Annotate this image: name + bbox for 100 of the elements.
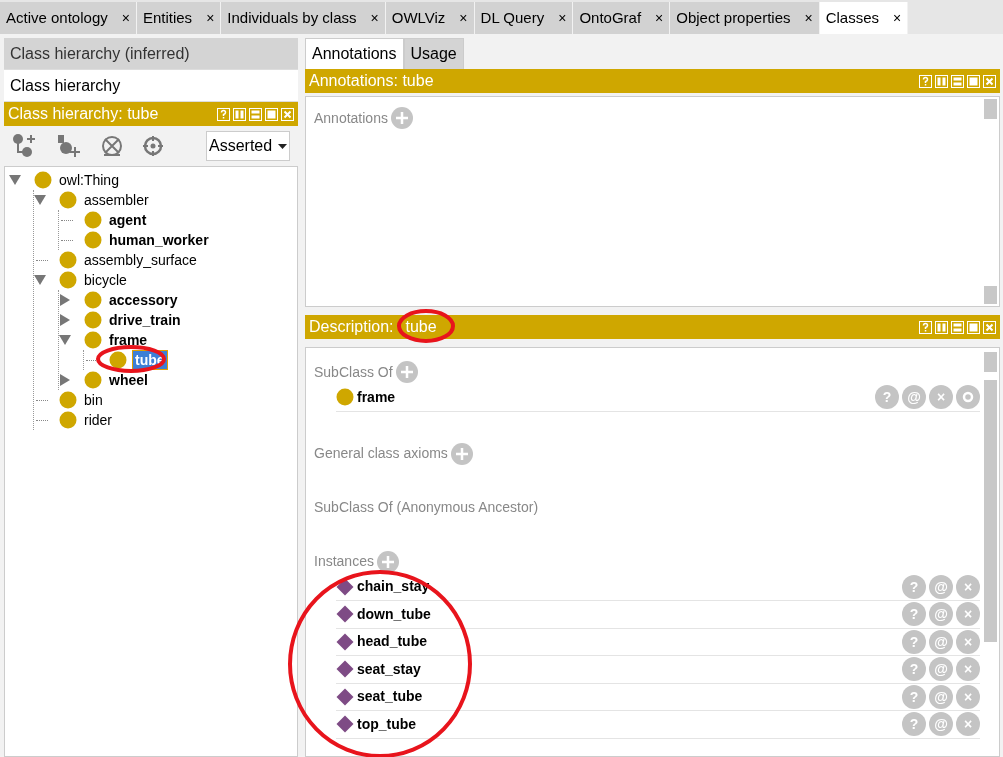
entity-label[interactable]: seat_stay [357,658,421,680]
class-icon [84,371,102,389]
close-icon[interactable] [281,107,294,121]
view-tab[interactable]: Class hierarchy (inferred) [4,38,298,70]
scrollbar-thumb[interactable] [984,99,997,119]
scrollbar-thumb[interactable] [984,286,997,304]
tree-item[interactable]: frame [107,331,150,349]
tab[interactable]: Entities × [136,2,222,34]
tab-label[interactable]: Active ontology [6,6,108,30]
split-horizontal-icon[interactable] [249,107,262,121]
split-vertical-icon[interactable] [233,107,246,121]
add-sibling-icon[interactable] [56,133,82,159]
collapsed-icon[interactable] [59,374,71,386]
split-vertical-icon[interactable] [935,74,948,88]
expanded-icon[interactable] [59,334,71,346]
maximize-icon[interactable] [265,107,278,121]
tab[interactable]: DL Query × [474,2,574,34]
help-icon[interactable] [217,107,230,121]
tab-label[interactable]: Individuals by class [227,6,357,30]
edit-icon[interactable] [956,385,980,410]
tree-item[interactable]: agent [107,211,149,229]
class-icon [84,231,102,249]
maximize-icon[interactable] [967,74,980,88]
tree-item[interactable]: owl:Thing [57,171,121,189]
tab-close-button[interactable]: × [121,7,130,29]
tab-close-button[interactable]: × [655,7,664,29]
entity-label[interactable]: top_tube [357,713,417,735]
expanded-icon[interactable] [34,194,46,206]
tab[interactable]: Active ontology × [0,2,137,34]
tab[interactable]: Object properties × [670,2,820,34]
class-icon [84,211,102,229]
tab-close-button[interactable]: × [206,7,215,29]
tree-item[interactable]: assembler [82,191,151,209]
individual-icon [336,660,354,679]
entity-label[interactable]: seat_tube [357,686,423,708]
section-title: General class axioms [314,444,448,463]
section-title: Annotations [314,109,388,128]
tree-item[interactable]: rider [82,411,114,429]
tab[interactable]: OWLViz × [385,2,475,34]
split-horizontal-icon[interactable] [951,320,964,334]
tab[interactable]: Individuals by class × [221,2,386,34]
help-icon[interactable] [919,320,932,334]
tab-close-button[interactable]: × [893,7,902,29]
target-icon[interactable] [142,135,164,157]
tab-close-button[interactable]: × [804,7,813,29]
class-icon [336,388,354,407]
tree-item[interactable]: bicycle [82,271,129,289]
tab-label[interactable]: OWLViz [391,6,446,30]
collapsed-icon[interactable] [59,294,71,306]
tree-item[interactable]: assembly_surface [82,251,199,269]
section-title: Instances [314,552,374,571]
tab-close-button[interactable]: × [459,7,468,29]
tree-item[interactable]: accessory [107,291,180,309]
tree-item[interactable]: drive_train [107,311,183,329]
view-tab[interactable]: Annotations [305,38,404,69]
help-icon[interactable] [919,74,932,88]
add-icon[interactable] [376,550,399,573]
tab-close-button[interactable]: × [370,7,379,29]
tab-label[interactable]: Entities [142,6,193,30]
close-icon[interactable] [983,74,996,88]
class-icon [59,271,77,289]
add-subclass-icon[interactable] [12,133,38,159]
tab-label[interactable]: DL Query [480,6,545,30]
entity-label[interactable]: head_tube [357,631,427,653]
tab[interactable]: OntoGraf × [573,2,671,34]
view-title: Class hierarchy: tube [8,104,159,124]
split-vertical-icon[interactable] [935,320,948,334]
expanded-icon[interactable] [34,274,46,286]
view-tab[interactable]: Class hierarchy [4,70,298,102]
tab-label[interactable]: Classes [825,6,880,30]
caret-icon [278,143,287,149]
individual-icon [336,715,354,734]
scrollbar-thumb[interactable] [984,352,997,372]
view-title: Description: [309,317,394,337]
close-icon[interactable] [983,320,996,334]
class-icon [84,331,102,349]
mode-dropdown[interactable]: Asserted [206,131,290,161]
tree-item[interactable]: wheel [107,371,150,389]
tab[interactable]: Classes × [819,2,909,34]
class-icon [59,191,77,209]
scrollbar-thumb[interactable] [984,380,997,642]
tab-label[interactable]: OntoGraf [579,6,642,30]
view-title: Annotations: tube [309,71,434,91]
tree-item[interactable]: human_worker [107,231,211,249]
expanded-icon[interactable] [9,174,21,186]
annotation-ellipse [96,345,166,373]
delete-class-icon[interactable] [100,134,124,158]
class-icon [59,411,77,429]
entity-label[interactable]: chain_stay [357,576,430,598]
collapsed-icon[interactable] [59,314,71,326]
split-horizontal-icon[interactable] [951,74,964,88]
tree-item[interactable]: bin [82,391,105,409]
mode-value: Asserted [209,136,273,156]
tab-label[interactable]: Object properties [676,6,791,30]
tab-close-button[interactable]: × [558,7,567,29]
entity-label[interactable]: frame [357,386,396,408]
maximize-icon[interactable] [967,320,980,334]
entity-label[interactable]: down_tube [357,603,431,625]
view-tab[interactable]: Usage [403,38,464,69]
class-icon [109,351,127,369]
